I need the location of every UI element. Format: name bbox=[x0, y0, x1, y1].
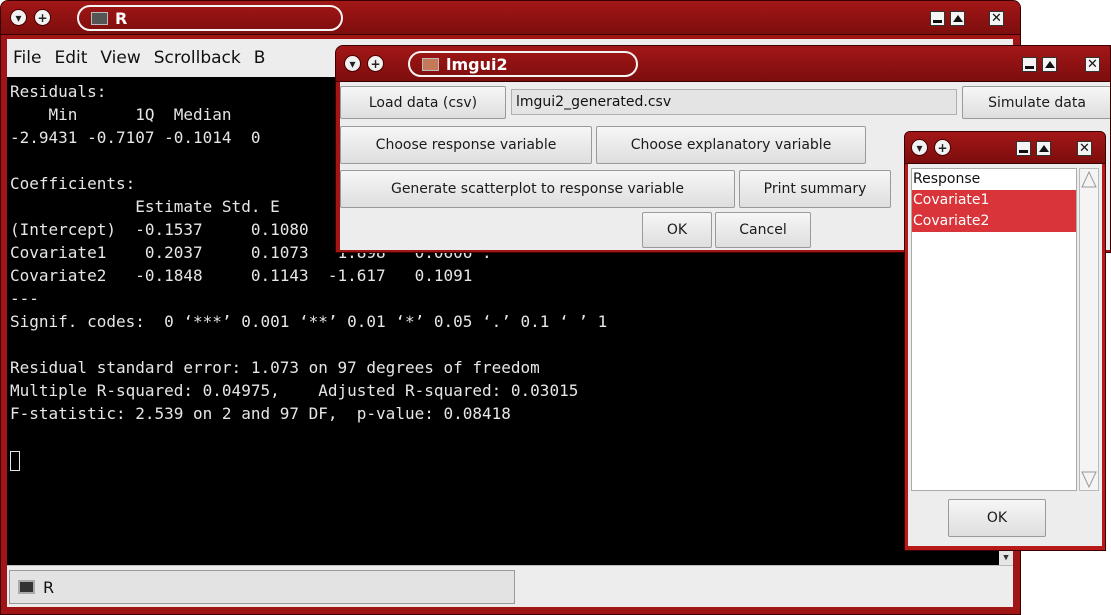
console-line: F-statistic: 2.539 on 2 and 97 DF, p-val… bbox=[10, 404, 511, 423]
console-line: --- bbox=[10, 289, 39, 308]
maximize-icon[interactable] bbox=[1036, 141, 1051, 156]
list-item-response[interactable]: Response bbox=[912, 169, 1076, 190]
menu-scrollback[interactable]: Scrollback bbox=[154, 48, 241, 68]
console-line: Covariate2 -0.1848 0.1143 -1.617 0.1091 bbox=[10, 266, 473, 285]
minimize-icon[interactable] bbox=[930, 11, 945, 26]
minimize-icon[interactable] bbox=[1022, 57, 1037, 72]
choose-response-button[interactable]: Choose response variable bbox=[340, 126, 592, 164]
tab-bar: R bbox=[7, 565, 1013, 607]
close-icon[interactable]: ✕ bbox=[1077, 141, 1092, 156]
console-line: Multiple R-squared: 0.04975, Adjusted R-… bbox=[10, 381, 579, 400]
menu-view[interactable]: View bbox=[100, 48, 140, 68]
list-item-covariate1[interactable]: Covariate1 bbox=[912, 190, 1076, 211]
ok-button[interactable]: OK bbox=[642, 212, 712, 248]
terminal-icon bbox=[18, 580, 35, 594]
console-line: Residual standard error: 1.073 on 97 deg… bbox=[10, 358, 540, 377]
text-cursor bbox=[10, 450, 20, 471]
close-icon[interactable]: ✕ bbox=[1085, 57, 1100, 72]
r-titlebar[interactable]: ▾ + R ✕ bbox=[1, 1, 1020, 35]
list-item-covariate2[interactable]: Covariate2 bbox=[912, 211, 1076, 232]
choose-explanatory-button[interactable]: Choose explanatory variable bbox=[596, 126, 866, 164]
console-line: Signif. codes: 0 ‘***’ 0.001 ‘**’ 0.01 ‘… bbox=[10, 312, 608, 331]
ok-button[interactable]: OK bbox=[948, 499, 1046, 537]
maximize-icon[interactable] bbox=[1042, 57, 1057, 72]
app-icon bbox=[422, 58, 439, 71]
scroll-down-icon[interactable]: ▼ bbox=[999, 551, 1013, 565]
window-menu-icon[interactable]: ▾ bbox=[10, 9, 27, 26]
console-prompt[interactable] bbox=[10, 448, 1013, 471]
tab-label: R bbox=[43, 577, 55, 597]
menu-edit[interactable]: Edit bbox=[54, 48, 87, 68]
simulate-data-button[interactable]: Simulate data bbox=[962, 86, 1110, 119]
lmgui2-title-pill: lmgui2 bbox=[408, 51, 638, 77]
pin-plus-icon[interactable]: + bbox=[34, 9, 51, 26]
r-window-title: R bbox=[115, 8, 128, 28]
scrollbar-arrows-icon bbox=[1081, 170, 1097, 489]
lmgui2-window-title: lmgui2 bbox=[446, 54, 508, 74]
minimize-icon[interactable] bbox=[1016, 141, 1031, 156]
cancel-button[interactable]: Cancel bbox=[715, 212, 811, 248]
window-menu-icon[interactable]: ▾ bbox=[344, 55, 361, 72]
variable-selector-titlebar[interactable]: ▾ + ✕ bbox=[905, 132, 1105, 164]
menu-bookmarks[interactable]: B bbox=[254, 48, 266, 68]
load-data-button[interactable]: Load data (csv) bbox=[340, 86, 506, 119]
listbox-scrollbar[interactable] bbox=[1079, 168, 1099, 491]
pin-plus-icon[interactable]: + bbox=[367, 55, 384, 72]
terminal-icon bbox=[91, 12, 108, 25]
scatterplot-button[interactable]: Generate scatterplot to response variabl… bbox=[340, 170, 735, 208]
file-path-field[interactable]: lmgui2_generated.csv bbox=[511, 89, 957, 115]
close-icon[interactable]: ✕ bbox=[989, 11, 1004, 26]
r-title-pill: R bbox=[77, 5, 343, 31]
lmgui2-titlebar[interactable]: ▾ + lmgui2 ✕ bbox=[336, 46, 1110, 82]
window-menu-icon[interactable]: ▾ bbox=[911, 139, 928, 156]
pin-plus-icon[interactable]: + bbox=[934, 139, 951, 156]
print-summary-button[interactable]: Print summary bbox=[739, 170, 891, 208]
variable-selector-body: Response Covariate1 Covariate2 OK bbox=[908, 164, 1102, 546]
variable-selector-window: ▾ + ✕ Response Covariate1 Covariate2 OK bbox=[904, 131, 1106, 551]
variable-listbox[interactable]: Response Covariate1 Covariate2 bbox=[911, 168, 1077, 491]
tab-r-session[interactable]: R bbox=[9, 570, 515, 604]
maximize-icon[interactable] bbox=[950, 11, 965, 26]
menu-file[interactable]: File bbox=[13, 48, 41, 68]
